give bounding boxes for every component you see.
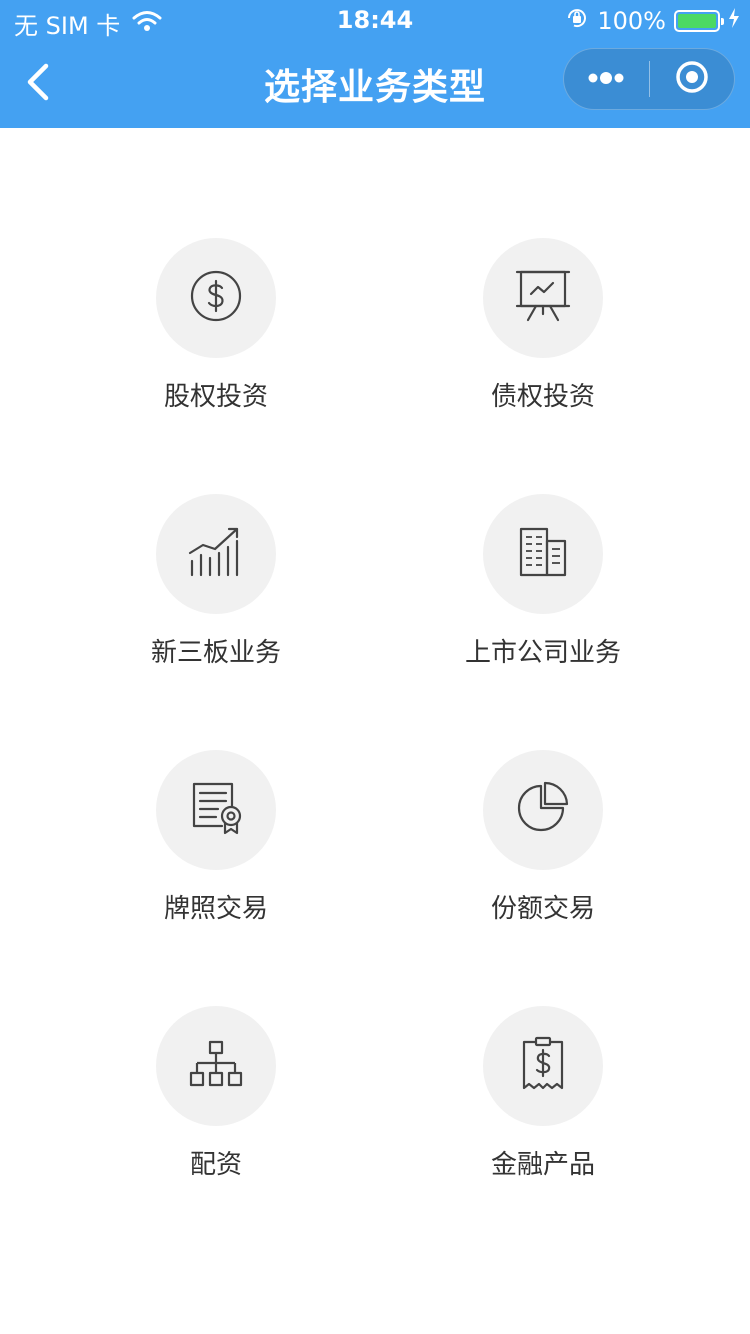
battery-level — [678, 14, 716, 28]
business-item-margin-financing[interactable]: 配资 — [116, 1006, 316, 1206]
growth-chart-icon — [187, 525, 245, 583]
business-item-label: 牌照交易 — [163, 894, 268, 924]
business-item-label: 份额交易 — [490, 894, 595, 924]
mini-program-capsule — [563, 48, 735, 110]
top-bar: 无 SIM 卡 18:44 100% 选择业务类型 — [0, 0, 750, 128]
icon-circle — [156, 238, 276, 358]
business-item-debt[interactable]: 债权投资 — [443, 238, 643, 438]
org-hierarchy-icon — [188, 1039, 244, 1093]
business-item-label: 金融产品 — [490, 1150, 595, 1180]
icon-circle — [156, 750, 276, 870]
icon-circle — [483, 238, 603, 358]
business-item-label: 新三板业务 — [150, 638, 281, 668]
business-item-equity[interactable]: 股权投资 — [116, 238, 316, 438]
icon-circle — [483, 1006, 603, 1126]
business-item-label: 上市公司业务 — [464, 638, 621, 668]
icon-circle — [483, 494, 603, 614]
rotation-lock-icon — [565, 6, 589, 36]
presentation-board-icon — [514, 267, 572, 329]
pie-chart-icon — [515, 780, 571, 840]
more-button[interactable] — [564, 48, 649, 110]
status-bar: 无 SIM 卡 18:44 100% — [0, 0, 750, 40]
dollar-coin-icon — [189, 269, 243, 327]
status-right: 100% — [565, 6, 740, 36]
business-item-license-trade[interactable]: 牌照交易 — [116, 750, 316, 950]
icon-circle — [156, 494, 276, 614]
business-item-neeq[interactable]: 新三板业务 — [116, 494, 316, 694]
business-item-financial-products[interactable]: 金融产品 — [443, 1006, 643, 1206]
battery-icon — [674, 10, 724, 32]
business-item-label: 配资 — [189, 1150, 242, 1180]
close-button[interactable] — [650, 48, 735, 110]
icon-circle — [483, 750, 603, 870]
dollar-receipt-icon — [520, 1036, 566, 1096]
business-item-share-trade[interactable]: 份额交易 — [443, 750, 643, 950]
business-item-label: 债权投资 — [490, 382, 595, 412]
battery-percent: 100% — [597, 7, 666, 35]
license-certificate-icon — [188, 780, 244, 840]
icon-circle — [156, 1006, 276, 1126]
charging-bolt-icon — [728, 7, 740, 35]
more-dots-icon — [586, 70, 626, 89]
nav-bar: 选择业务类型 — [0, 40, 750, 128]
office-building-icon — [518, 525, 568, 583]
business-item-label: 股权投资 — [163, 382, 268, 412]
target-circle-icon — [674, 59, 710, 99]
business-item-listed-company[interactable]: 上市公司业务 — [443, 494, 643, 694]
